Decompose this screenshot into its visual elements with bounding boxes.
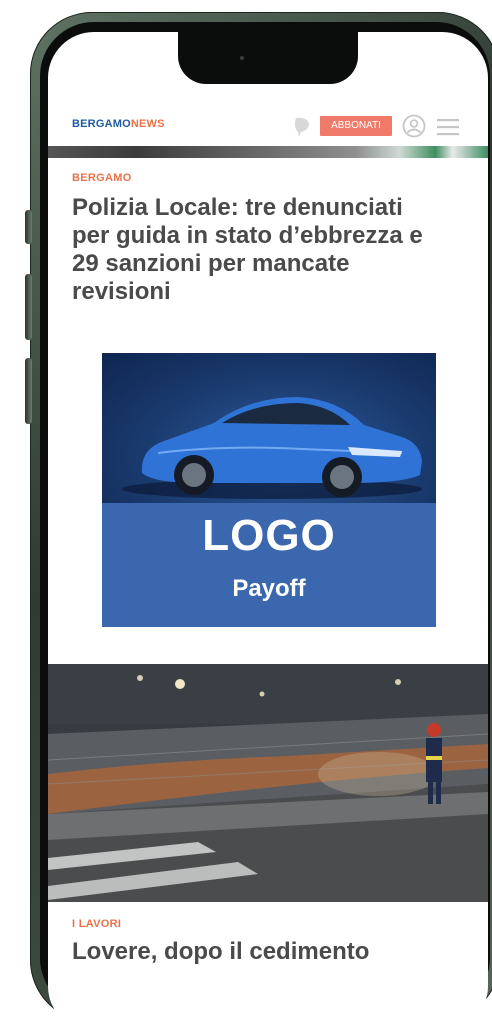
- article-category[interactable]: BERGAMO: [72, 172, 132, 184]
- phone-volume-down-button: [25, 358, 32, 424]
- logo-text-bergamo: BERGAMO: [72, 118, 131, 130]
- logo-text-news: NEWS: [130, 118, 165, 130]
- car-image: [102, 353, 436, 503]
- article-headline[interactable]: Polizia Locale: tre denunciati per guida…: [72, 194, 472, 306]
- article-category[interactable]: I LAVORI: [72, 918, 121, 930]
- menu-icon[interactable]: [436, 117, 460, 141]
- article-photo-works[interactable]: [48, 664, 488, 902]
- notch: [178, 32, 358, 84]
- site-logo[interactable]: BERGAMONEWS: [72, 118, 165, 130]
- article-headline[interactable]: Lovere, dopo il cedimento: [72, 938, 472, 966]
- advertisement-banner[interactable]: LOGO Payoff: [102, 353, 436, 627]
- user-icon[interactable]: [402, 114, 426, 142]
- phone-volume-up-button: [25, 274, 32, 340]
- front-camera-dot: [240, 56, 244, 60]
- headline-line: Polizia Locale: tre denunciati: [72, 194, 403, 221]
- ad-logo-text: LOGO: [202, 511, 336, 560]
- phone-screen: BERGAMONEWS ABBONATI BERGAMO Polizia Loc…: [48, 32, 488, 1032]
- top-article-image-strip[interactable]: [48, 146, 488, 158]
- chat-bubble-icon[interactable]: [292, 116, 312, 142]
- site-header: BERGAMONEWS ABBONATI: [48, 92, 488, 146]
- headline-line: per guida in stato d’ebbrezza e: [72, 222, 423, 249]
- ad-payoff-text: Payoff: [232, 575, 306, 602]
- headline-line: 29 sanzioni per mancate: [72, 250, 350, 277]
- headline-line: revisioni: [72, 278, 171, 305]
- phone-action-button: [25, 210, 32, 244]
- subscribe-button[interactable]: ABBONATI: [320, 116, 392, 136]
- phone-frame: BERGAMONEWS ABBONATI BERGAMO Polizia Loc…: [25, 12, 492, 1032]
- headline-line: Lovere, dopo il cedimento: [72, 938, 370, 965]
